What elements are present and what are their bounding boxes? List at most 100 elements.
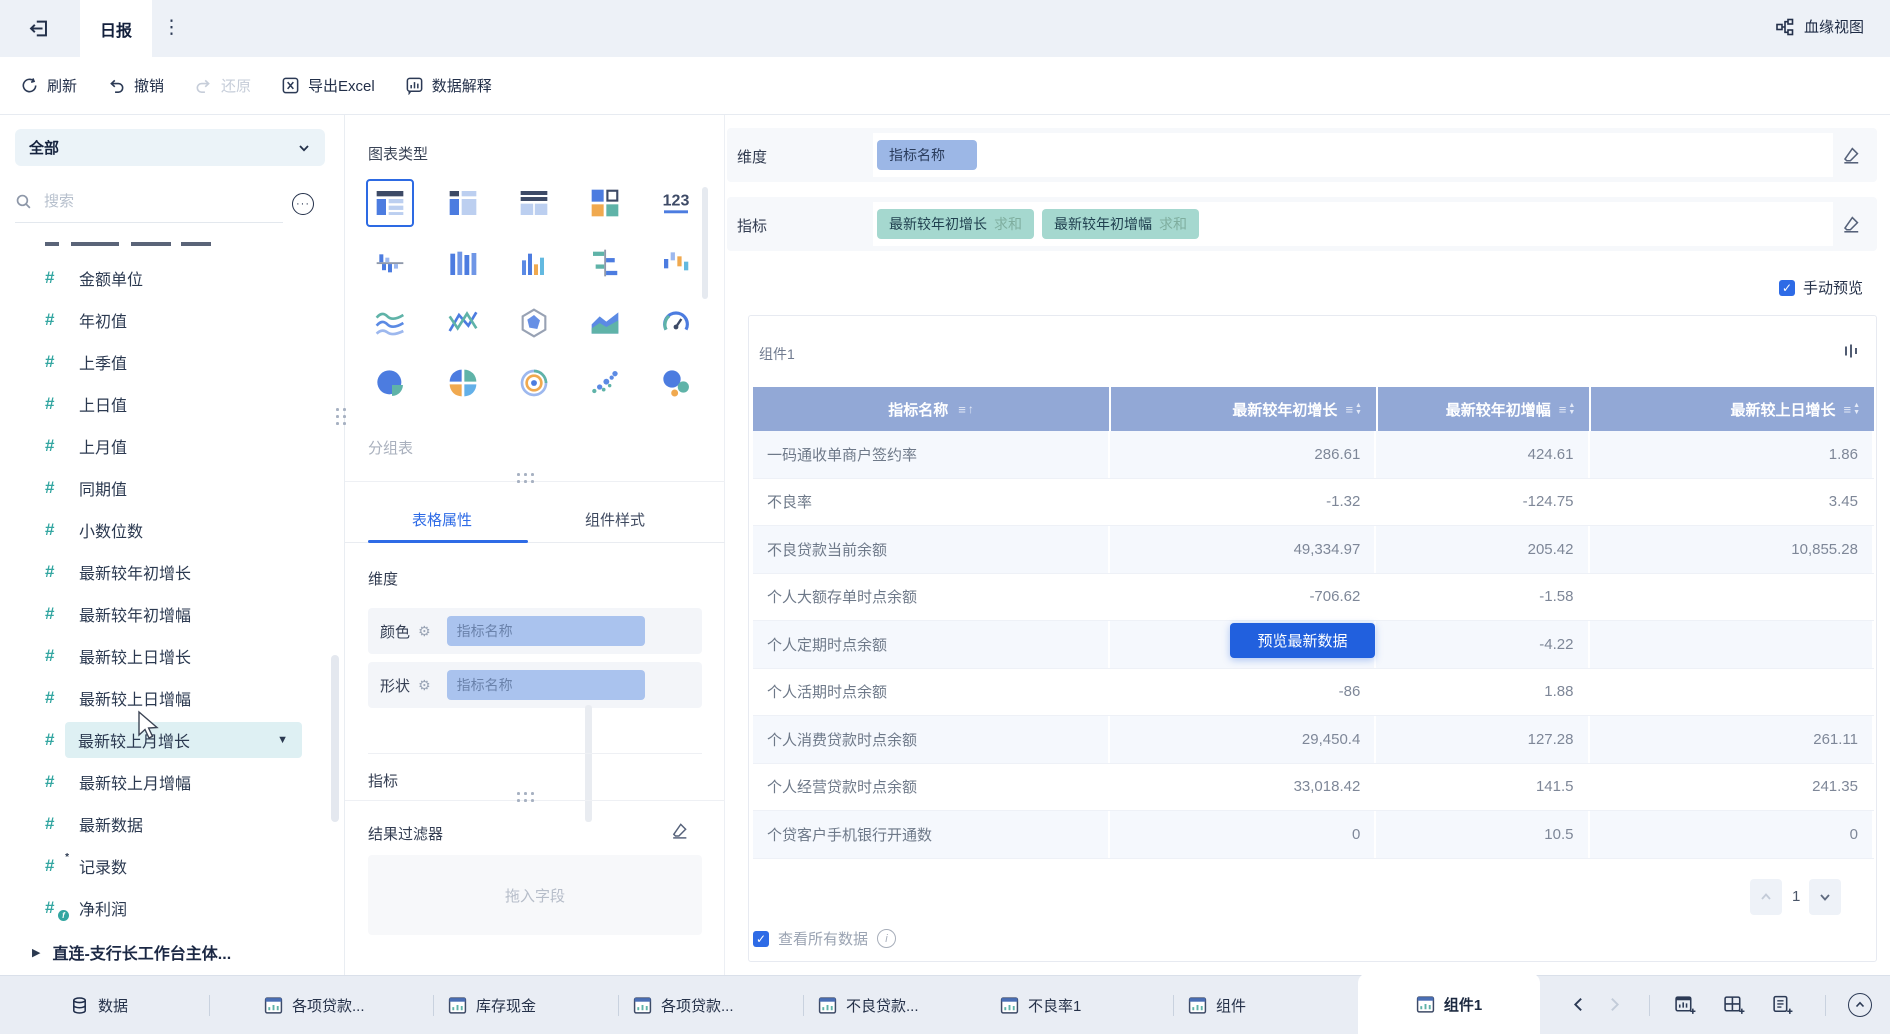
chart-type-pie-quad[interactable]	[439, 359, 487, 407]
field-dropdown-caret-icon[interactable]: ▼	[277, 734, 288, 746]
chart-type-kpi-blocks[interactable]	[581, 179, 629, 227]
tab-component-style[interactable]: 组件样式	[585, 509, 645, 530]
chart-type-ring[interactable]	[510, 359, 558, 407]
tab-sheet[interactable]: 库存现金	[448, 976, 536, 1034]
field-item[interactable]: # 上月值	[0, 425, 330, 467]
chart-type-scatter[interactable]	[581, 359, 629, 407]
table-row[interactable]: 个人大额存单时点余额 -706.62 -1.58	[753, 573, 1874, 621]
field-item[interactable]: # 最新较上日增幅	[0, 677, 330, 719]
column-header[interactable]: 最新较年初增幅 ≡ ▲ ▼	[1377, 387, 1590, 431]
tab-sheet[interactable]: 不良率1	[1000, 976, 1081, 1034]
properties-scrollbar[interactable]	[585, 705, 592, 822]
chart-type-radar[interactable]	[510, 299, 558, 347]
undo-button[interactable]: 撤销	[107, 75, 164, 96]
field-item[interactable]: # 最新较上月增幅	[0, 761, 330, 803]
field-item[interactable]: # 年初值	[0, 299, 330, 341]
chart-type-horizontal-bar[interactable]	[581, 239, 629, 287]
gear-icon[interactable]: ⚙	[418, 677, 431, 694]
dataset-group-row[interactable]: ▶ 直连-支行长工作台主体...	[0, 931, 330, 973]
gear-icon[interactable]: ⚙	[418, 623, 431, 640]
field-item[interactable]: # 最新较上日增长	[0, 635, 330, 677]
column-header[interactable]: 指标名称 ≡ ↑	[753, 387, 1110, 431]
preview-latest-data-button[interactable]: 预览最新数据	[1230, 623, 1375, 658]
field-item[interactable]: # 上日值	[0, 383, 330, 425]
color-field-chip[interactable]: 指标名称	[446, 616, 645, 646]
redo-button[interactable]: 还原	[194, 75, 251, 96]
sidebar-scrollbar[interactable]	[331, 655, 339, 822]
measure-shelf-field[interactable]: 最新较年初增长 求和 最新较年初增幅 求和	[873, 202, 1833, 246]
sidebar-resize-handle[interactable]	[336, 408, 347, 426]
chart-type-grouped-column[interactable]	[366, 239, 414, 287]
field-item[interactable]: # 最新较年初增长	[0, 551, 330, 593]
chart-type-grouped-table[interactable]	[366, 179, 414, 227]
info-icon[interactable]: i	[877, 929, 897, 948]
chart-type-stacked-column[interactable]	[439, 239, 487, 287]
dimension-chip[interactable]: 指标名称	[877, 140, 977, 170]
clear-filter-icon[interactable]	[670, 821, 689, 840]
chart-type-kpi-number[interactable]: 123	[652, 179, 700, 227]
chart-type-combo-line[interactable]	[439, 299, 487, 347]
tab-sheet-active[interactable]: 组件1	[1358, 973, 1540, 1034]
search-more-button[interactable]: ···	[292, 193, 314, 215]
column-header[interactable]: 最新较年初增长 ≡ ▲ ▼	[1111, 387, 1376, 431]
data-explain-button[interactable]: 数据解释	[405, 75, 492, 96]
chart-type-cross-table[interactable]	[439, 179, 487, 227]
lineage-view-button[interactable]: 血缘视图	[1775, 16, 1864, 37]
tab-data[interactable]: 数据	[70, 976, 128, 1034]
field-item-hovered[interactable]: # 最新较上月增长 ▼	[0, 719, 330, 761]
field-item[interactable]: # 最新较年初增幅	[0, 593, 330, 635]
table-row[interactable]: 个人经营贷款时点余额 33,018.42 141.5 241.35	[753, 763, 1874, 811]
sort-icon[interactable]: ≡ ▲ ▼	[1559, 402, 1576, 417]
chart-type-multi-line[interactable]	[366, 299, 414, 347]
tab-table-properties[interactable]: 表格属性	[412, 509, 472, 530]
table-row[interactable]: 个人消费贷款时点余额 29,450.4 127.28 261.11	[753, 716, 1874, 764]
sort-icon[interactable]: ≡ ▲ ▼	[1345, 402, 1362, 417]
export-excel-button[interactable]: 导出Excel	[281, 75, 375, 96]
chart-bars-icon[interactable]	[1842, 342, 1860, 360]
measure-chip[interactable]: 最新较年初增长 求和	[877, 209, 1034, 239]
chart-type-bubble[interactable]	[652, 359, 700, 407]
shape-field-chip[interactable]: 指标名称	[446, 670, 645, 700]
search-input[interactable]	[42, 192, 246, 211]
checkbox-checked-icon[interactable]: ✓	[753, 930, 769, 947]
panel-resize-handle[interactable]	[517, 473, 535, 484]
add-note-icon[interactable]	[1771, 994, 1794, 1017]
tabs-scroll-left-icon[interactable]	[1570, 996, 1587, 1013]
tab-sheet[interactable]: 不良贷款...	[818, 976, 919, 1034]
field-item[interactable]: # 金额单位	[0, 257, 330, 299]
chart-type-gauge[interactable]	[652, 299, 700, 347]
color-shelf[interactable]: 颜色 ⚙ 指标名称	[368, 608, 702, 654]
filter-dropzone[interactable]: 拖入字段	[368, 855, 702, 935]
chart-type-multi-series-column[interactable]	[510, 239, 558, 287]
field-item[interactable]: # 最新数据	[0, 803, 330, 845]
refresh-button[interactable]: 刷新	[20, 75, 77, 96]
table-row[interactable]: 个贷客户手机银行开通数 0 10.5 0	[753, 811, 1874, 859]
add-layout-icon[interactable]	[1723, 994, 1746, 1017]
field-filter-dropdown[interactable]: 全部	[15, 129, 325, 166]
tab-sheet[interactable]: 组件	[1188, 976, 1246, 1034]
document-menu-button[interactable]: ⋮	[162, 16, 181, 40]
collapse-panel-button[interactable]	[1848, 993, 1872, 1017]
table-row[interactable]: 不良贷款当前余额 49,334.97 205.42 10,855.28	[753, 526, 1874, 574]
chart-type-range-column[interactable]	[652, 239, 700, 287]
chart-type-detail-table[interactable]	[510, 179, 558, 227]
field-item[interactable]: # * 记录数	[0, 845, 330, 887]
page-down-button[interactable]	[1809, 879, 1841, 915]
view-all-data-toggle[interactable]: ✓ 查看所有数据 i	[753, 928, 897, 949]
sort-icon[interactable]: ≡ ▲ ▼	[1843, 402, 1860, 417]
field-item[interactable]: # 上季值	[0, 341, 330, 383]
table-row[interactable]: 不良率 -1.32 -124.75 3.45	[753, 478, 1874, 526]
clear-shelf-icon[interactable]	[1841, 145, 1861, 165]
document-tab[interactable]: 日报	[80, 0, 152, 57]
add-component-icon[interactable]	[1674, 994, 1697, 1017]
manual-preview-toggle[interactable]: ✓ 手动预览	[1779, 277, 1863, 298]
field-item[interactable]: # 同期值	[0, 467, 330, 509]
table-row[interactable]: 一码通收单商户签约率 286.61 424.61 1.86	[753, 431, 1874, 479]
panel-resize-handle[interactable]	[517, 792, 535, 803]
clear-shelf-icon[interactable]	[1841, 214, 1861, 234]
sort-asc-icon[interactable]: ≡ ↑	[958, 402, 974, 417]
field-item[interactable]: # 小数位数	[0, 509, 330, 551]
chart-type-area[interactable]	[581, 299, 629, 347]
back-button[interactable]	[27, 17, 50, 40]
column-header[interactable]: 最新较上日增长 ≡ ▲ ▼	[1591, 387, 1874, 431]
